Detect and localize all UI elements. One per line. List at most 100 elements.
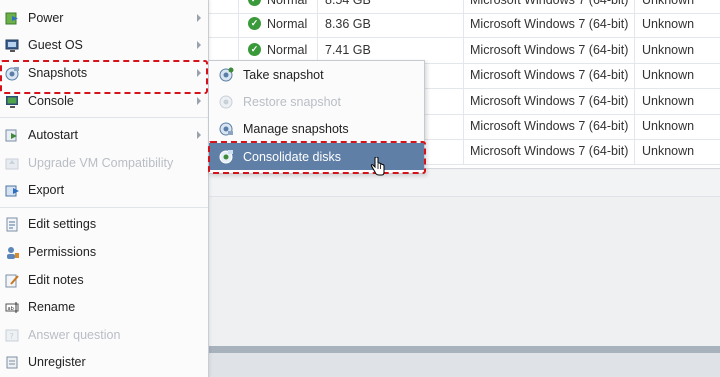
extra-text: Unknown	[642, 143, 695, 158]
column-divider	[634, 62, 635, 88]
guest-os-text: Microsoft Windows 7 (64-bit)	[470, 67, 629, 82]
state-text: Normal	[267, 0, 307, 7]
snapshot-icon	[5, 66, 20, 81]
menu-item-snapshots[interactable]: Snapshots	[0, 60, 208, 86]
column-divider	[463, 11, 464, 37]
column-divider	[317, 37, 318, 63]
column-divider	[634, 88, 635, 114]
consolidate-disks-icon	[219, 149, 234, 164]
menu-item-permissions[interactable]: Permissions	[0, 239, 208, 265]
permissions-icon	[5, 245, 20, 260]
column-divider	[317, 11, 318, 37]
table-row[interactable]: ✓ Normal 8.36 GB Microsoft Windows 7 (64-…	[208, 11, 720, 38]
menu-separator	[0, 207, 208, 208]
submenu-item-label: Restore snapshot	[243, 94, 341, 109]
extra-text: Unknown	[642, 42, 695, 57]
menu-item-autostart[interactable]: Autostart	[0, 122, 208, 148]
state-text: Normal	[267, 16, 308, 31]
column-divider	[634, 138, 635, 164]
disk-size: 7.41 GB	[325, 42, 371, 57]
menu-item-label: Edit settings	[28, 217, 97, 231]
horizontal-scrollbar[interactable]	[208, 346, 720, 353]
menu-item-label: Answer question	[28, 328, 121, 342]
guest-os-text: Microsoft Windows 7 (64-bit)	[470, 16, 629, 31]
extra-text: Unknown	[642, 67, 695, 82]
extra-text: Unknown	[642, 118, 695, 133]
guest-os-text: Microsoft Windows 7 (64-bit)	[470, 93, 629, 108]
submenu-item-consolidate-disks[interactable]: Consolidate disks	[209, 143, 424, 170]
menu-item-label: Upgrade VM Compatibility	[28, 156, 174, 170]
column-divider	[463, 88, 464, 114]
menu-item-unregister[interactable]: Unregister	[0, 349, 208, 375]
unregister-icon	[5, 355, 20, 370]
console-icon	[5, 94, 20, 109]
column-divider	[463, 138, 464, 164]
menu-item-label: Permissions	[28, 245, 97, 259]
column-divider	[634, 113, 635, 139]
submenu-item-label: Take snapshot	[243, 67, 324, 82]
submenu-arrow-icon	[197, 69, 201, 77]
edit-settings-icon	[5, 217, 20, 232]
column-divider	[634, 37, 635, 63]
extra-text: Unknown	[642, 93, 695, 108]
menu-item-power[interactable]: Power	[0, 5, 208, 31]
column-divider	[463, 37, 464, 63]
vm-context-menu: Power Guest OS Snapshots Console Autosta…	[0, 0, 209, 377]
submenu-item-label: Consolidate disks	[243, 149, 341, 164]
column-divider	[463, 62, 464, 88]
menu-item-answer-question[interactable]: ? Answer question	[0, 322, 208, 348]
submenu-arrow-icon	[197, 41, 201, 49]
submenu-arrow-icon	[197, 97, 201, 105]
autostart-icon	[5, 128, 20, 143]
ok-status-icon: ✓	[248, 17, 261, 31]
guest-os-text: Microsoft Windows 7 (64-bit)	[470, 118, 629, 133]
menu-item-guest-os[interactable]: Guest OS	[0, 32, 208, 58]
svg-text:ab: ab	[8, 306, 14, 312]
menu-item-label: Snapshots	[28, 66, 88, 80]
state-text: Normal	[267, 42, 308, 57]
menu-item-label: Console	[28, 94, 74, 108]
take-snapshot-icon	[219, 67, 234, 82]
submenu-item-label: Manage snapshots	[243, 121, 349, 136]
ok-status-icon: ✓	[248, 43, 261, 57]
extra-text: Unknown	[642, 16, 695, 31]
submenu-arrow-icon	[197, 131, 201, 139]
menu-item-edit-settings[interactable]: Edit settings	[0, 211, 208, 237]
menu-item-upgrade-vm-compatibility[interactable]: Upgrade VM Compatibility	[0, 150, 208, 176]
svg-text:?: ?	[10, 332, 14, 341]
answer-question-icon: ?	[5, 328, 20, 343]
menu-item-label: Rename	[28, 300, 76, 314]
guest-os-icon	[5, 38, 20, 53]
edit-notes-icon	[5, 273, 20, 288]
guest-os-text: Microsoft Windows 7 (64-bit)	[470, 42, 629, 57]
menu-item-console[interactable]: Console	[0, 88, 208, 114]
column-divider	[463, 113, 464, 139]
rename-icon: ab	[5, 300, 20, 315]
menu-item-label: Unregister	[28, 355, 86, 369]
manage-snapshots-icon	[219, 121, 234, 136]
menu-item-rename[interactable]: ab Rename	[0, 294, 208, 320]
menu-item-label: Guest OS	[28, 38, 83, 52]
guest-os-text: Microsoft Windows 7 (64-bit)	[470, 143, 629, 158]
submenu-item-manage-snapshots[interactable]: Manage snapshots	[209, 115, 424, 142]
column-divider	[238, 37, 239, 63]
hand-cursor-icon	[370, 156, 386, 180]
power-icon	[5, 11, 20, 26]
status-strip	[208, 353, 720, 377]
menu-item-export[interactable]: Export	[0, 177, 208, 203]
snapshots-submenu: Take snapshot Restore snapshot Manage sn…	[208, 60, 425, 174]
submenu-item-take-snapshot[interactable]: Take snapshot	[209, 61, 424, 88]
ok-status-icon: ✓	[248, 0, 261, 7]
menu-separator	[0, 117, 208, 118]
upgrade-icon	[5, 156, 20, 171]
menu-item-label: Export	[28, 183, 65, 197]
menu-item-edit-notes[interactable]: Edit notes	[0, 267, 208, 293]
submenu-item-restore-snapshot[interactable]: Restore snapshot	[209, 88, 424, 115]
restore-snapshot-icon	[219, 94, 234, 109]
menu-item-label: Power	[28, 11, 64, 25]
column-divider	[634, 11, 635, 37]
disk-size: 8.36 GB	[325, 16, 371, 31]
export-icon	[5, 183, 20, 198]
column-divider	[238, 11, 239, 37]
menu-item-label: Edit notes	[28, 273, 84, 287]
